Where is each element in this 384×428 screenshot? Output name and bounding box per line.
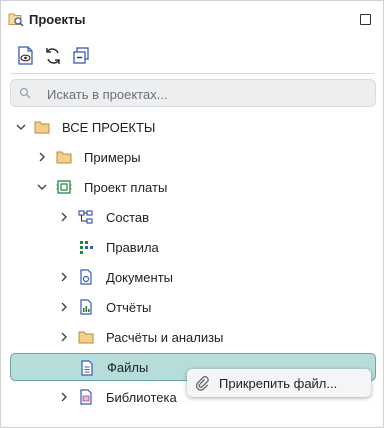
chevron-right-icon[interactable] [36, 151, 48, 163]
projects-panel: Проекты Искать в проектах... ВСЕ ПРОЕКТЫ… [0, 0, 384, 428]
maximize-button[interactable] [360, 14, 371, 25]
toolbar [1, 45, 383, 69]
search-icon [19, 87, 31, 99]
chevron-right-icon[interactable] [58, 271, 70, 283]
library-icon [80, 389, 92, 405]
paperclip-icon [195, 376, 209, 391]
panel-header: Проекты [1, 1, 383, 37]
chevron-right-icon[interactable] [58, 211, 70, 223]
documents-icon [80, 269, 92, 285]
toolbar-divider [11, 73, 375, 74]
chevron-right-icon[interactable] [58, 391, 70, 403]
view-project-icon[interactable] [16, 45, 36, 67]
tree-item-reports[interactable]: Отчёты [1, 293, 383, 321]
tree-item-composition[interactable]: Состав [1, 203, 383, 231]
collapse-all-icon[interactable] [71, 45, 91, 67]
tree-item-label: Расчёты и анализы [106, 330, 224, 345]
search-box[interactable] [10, 79, 376, 107]
projects-search-icon [8, 13, 24, 27]
tree-item-board-project[interactable]: Проект платы [1, 173, 383, 201]
file-icon [81, 360, 93, 376]
chevron-right-icon[interactable] [58, 331, 70, 343]
tree-item-label: Состав [106, 210, 150, 225]
tree-item-label: Проект платы [84, 180, 168, 195]
search-input[interactable] [45, 83, 369, 105]
tree-item-documents[interactable]: Документы [1, 263, 383, 291]
tree-item-label: Документы [106, 270, 174, 285]
folder-icon [34, 121, 50, 134]
tree-item-label: Примеры [84, 150, 141, 165]
refresh-icon[interactable] [43, 45, 63, 67]
folder-icon [56, 151, 72, 164]
tree-item-rules[interactable]: Правила [1, 233, 383, 261]
context-menu-attach-file[interactable]: Прикрепить файл... [187, 369, 371, 397]
hierarchy-icon [78, 210, 93, 224]
tree-item-label: ВСЕ ПРОЕКТЫ [62, 120, 156, 135]
tree-item-calculations[interactable]: Расчёты и анализы [1, 323, 383, 351]
panel-title: Проекты [29, 12, 86, 27]
chevron-right-icon[interactable] [58, 301, 70, 313]
tree-item-all-projects[interactable]: ВСЕ ПРОЕКТЫ [1, 113, 383, 141]
context-menu-item-label: Прикрепить файл... [219, 376, 338, 391]
tree-item-label: Библиотека [106, 390, 177, 405]
tree-item-examples[interactable]: Примеры [1, 143, 383, 171]
chevron-down-icon[interactable] [36, 181, 48, 193]
report-chart-icon [80, 299, 92, 315]
pcb-icon [56, 180, 72, 194]
tree-item-label: Правила [106, 240, 159, 255]
tree-item-label: Файлы [107, 360, 149, 375]
folder-icon [78, 331, 94, 344]
rules-icon [80, 241, 93, 254]
tree-item-label: Отчёты [106, 300, 152, 315]
chevron-down-icon[interactable] [15, 121, 27, 133]
